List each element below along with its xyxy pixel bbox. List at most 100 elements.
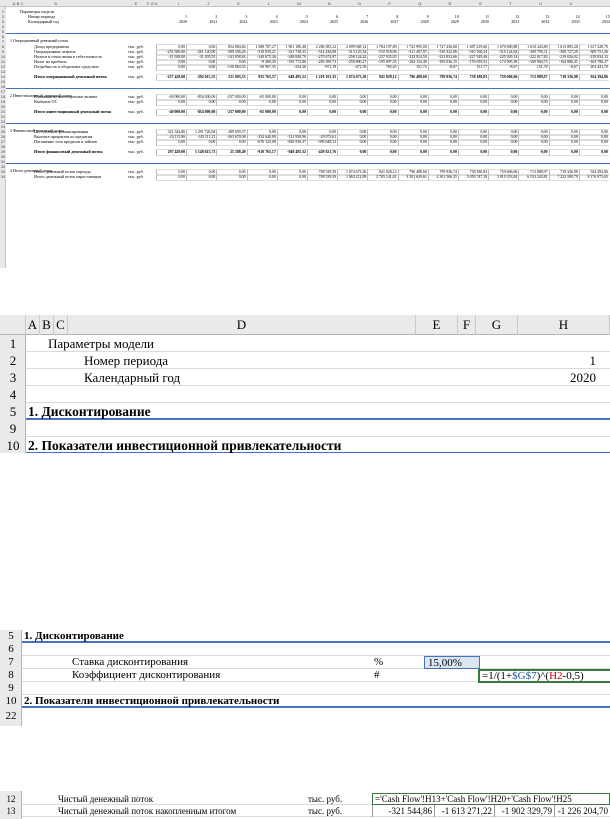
discount-factor-formula-cell[interactable]: =1/(1+$G$7)^(H2-0,5) xyxy=(478,669,610,683)
value-cell[interactable]: 0,00 xyxy=(578,139,609,146)
value-cell[interactable]: -237 000,00 xyxy=(216,109,247,116)
row-header-9[interactable]: 9 xyxy=(0,420,26,437)
value-cell[interactable]: 0,00 xyxy=(427,99,458,106)
value-cell[interactable]: -472,59 xyxy=(337,64,368,71)
value-cell[interactable]: 924 394,86 xyxy=(578,74,609,81)
value-cell[interactable]: -292 615,55 xyxy=(186,74,217,81)
value-cell[interactable]: 5 819 353,84 xyxy=(488,174,519,181)
years-cell[interactable]: 2021 xyxy=(186,19,218,24)
value-cell[interactable]: 0,00 xyxy=(186,64,217,71)
value-cell[interactable]: 0,00 xyxy=(397,149,428,156)
value-cell[interactable]: 297 429,00 xyxy=(156,149,187,156)
value-cell[interactable]: -8,67 xyxy=(488,64,519,71)
col-header-n[interactable]: N xyxy=(323,0,335,7)
value-cell[interactable]: 0,00 xyxy=(246,99,277,106)
value-cell[interactable]: -910 765,17 xyxy=(246,149,277,156)
value-cell[interactable]: 765,45 xyxy=(367,64,398,71)
value-cell[interactable]: 25 388,49 xyxy=(216,149,247,156)
value-cell[interactable]: 0,00 xyxy=(367,149,398,156)
cumulative-value-3[interactable]: -1 902 329,79 xyxy=(494,805,554,817)
value-cell[interactable]: -130 864,35 xyxy=(216,64,247,71)
value-cell[interactable]: 0,00 xyxy=(578,99,609,106)
col-header-j[interactable]: J xyxy=(202,0,214,7)
value-cell[interactable]: 0,00 xyxy=(156,174,187,181)
row-header-7[interactable]: 7 xyxy=(0,656,22,669)
row-header-4[interactable]: 4 xyxy=(0,386,26,403)
value-cell[interactable]: 4 301 566,35 xyxy=(427,174,458,181)
col-header-a[interactable]: A xyxy=(26,315,40,335)
value-cell[interactable]: 0,00 xyxy=(367,99,398,106)
value-cell[interactable]: 6 533 243,81 xyxy=(518,174,549,181)
value-cell[interactable]: 0,00 xyxy=(458,149,489,156)
row-header-10[interactable]: 10 xyxy=(0,437,26,453)
value-cell[interactable]: 151,77 xyxy=(458,64,489,71)
value-cell[interactable]: 0,00 xyxy=(518,139,549,146)
col-header-l[interactable]: L xyxy=(263,0,275,7)
value-cell[interactable]: 719 336,98 xyxy=(548,74,579,81)
value-cell[interactable]: 0,00 xyxy=(246,174,277,181)
years-cell[interactable]: 2034 xyxy=(579,19,610,24)
value-cell[interactable]: 3 501 629,61 xyxy=(397,174,428,181)
row-header-9[interactable]: 9 xyxy=(0,682,22,695)
value-cell[interactable]: 0,00 xyxy=(337,99,368,106)
col-header-k[interactable]: K xyxy=(233,0,245,7)
row-header-34[interactable]: 34 xyxy=(0,174,6,179)
value-cell[interactable]: 0,00 xyxy=(548,99,579,106)
value-cell[interactable]: -399 648,12 xyxy=(307,139,338,146)
year-value[interactable]: 2020 xyxy=(570,369,596,386)
value-cell[interactable]: 713 889,97 xyxy=(518,74,549,81)
col-header-h[interactable]: H xyxy=(518,315,610,335)
value-cell[interactable]: 1 863 212,89 xyxy=(337,174,368,181)
value-cell[interactable]: 0,00 xyxy=(548,109,579,116)
value-cell[interactable]: 0,00 xyxy=(488,139,519,146)
col-header-c[interactable]: C xyxy=(16,0,28,7)
value-cell[interactable]: 0,00 xyxy=(276,174,307,181)
years-cell[interactable]: 2023 xyxy=(247,19,279,24)
row-header-3[interactable]: 3 xyxy=(0,369,26,386)
col-header-f[interactable]: F xyxy=(458,315,476,335)
value-cell[interactable]: 0,00 xyxy=(518,99,549,106)
row-header-1[interactable]: 1 xyxy=(0,335,26,352)
col-header-b[interactable]: B xyxy=(40,315,54,335)
value-cell[interactable]: 0,00 xyxy=(186,99,217,106)
value-cell[interactable]: 5 059 747,18 xyxy=(458,174,489,181)
value-cell[interactable]: 151,78 xyxy=(518,64,549,71)
col-header-v[interactable]: V xyxy=(565,0,577,7)
col-header-m[interactable]: M xyxy=(293,0,305,7)
value-cell[interactable]: 788 539,59 xyxy=(307,174,338,181)
col-header-s[interactable]: S xyxy=(474,0,486,7)
value-cell[interactable]: 0,00 xyxy=(216,99,247,106)
value-cell[interactable]: 0,00 xyxy=(156,99,187,106)
value-cell[interactable]: 0,00 xyxy=(397,99,428,106)
row-header-5[interactable]: 5 xyxy=(0,403,26,420)
value-cell[interactable]: 0,00 xyxy=(337,139,368,146)
value-cell[interactable]: -257 428,00 xyxy=(156,74,187,81)
col-header-e[interactable]: E xyxy=(130,0,142,7)
col-header-h[interactable]: H xyxy=(150,0,162,7)
row-header-2[interactable]: 2 xyxy=(0,352,26,369)
value-cell[interactable]: 955 765,57 xyxy=(246,74,277,81)
value-cell[interactable]: 0,00 xyxy=(156,64,187,71)
value-cell[interactable]: 0,00 xyxy=(397,109,428,116)
value-cell[interactable]: 8 176 975,65 xyxy=(578,174,609,181)
years-cell[interactable]: 2029 xyxy=(428,19,460,24)
col-header-g[interactable]: G xyxy=(476,315,518,335)
value-cell[interactable]: 2 705 141,01 xyxy=(367,174,398,181)
value-cell[interactable]: 0,00 xyxy=(578,149,609,156)
years-cell[interactable]: 2032 xyxy=(518,19,550,24)
value-cell[interactable]: 231 003,33 xyxy=(216,74,247,81)
years-cell[interactable]: 2022 xyxy=(216,19,248,24)
value-cell[interactable]: 0,00 xyxy=(276,109,307,116)
value-cell[interactable]: 0,00 xyxy=(216,139,247,146)
value-cell[interactable]: 201 441,70 xyxy=(578,64,609,71)
value-cell[interactable]: 0,00 xyxy=(427,139,458,146)
col-header-d[interactable]: D xyxy=(68,315,416,335)
value-cell[interactable]: -854 000,00 xyxy=(186,109,217,116)
value-cell[interactable]: 0,00 xyxy=(367,139,398,146)
value-cell[interactable]: -948 485,32 xyxy=(276,149,307,156)
value-cell[interactable]: -8,67 xyxy=(427,64,458,71)
value-cell[interactable]: 0,00 xyxy=(458,99,489,106)
years-cell[interactable]: 2030 xyxy=(458,19,490,24)
value-cell[interactable]: 0,00 xyxy=(307,109,338,116)
value-cell[interactable]: 796 488,60 xyxy=(397,74,428,81)
